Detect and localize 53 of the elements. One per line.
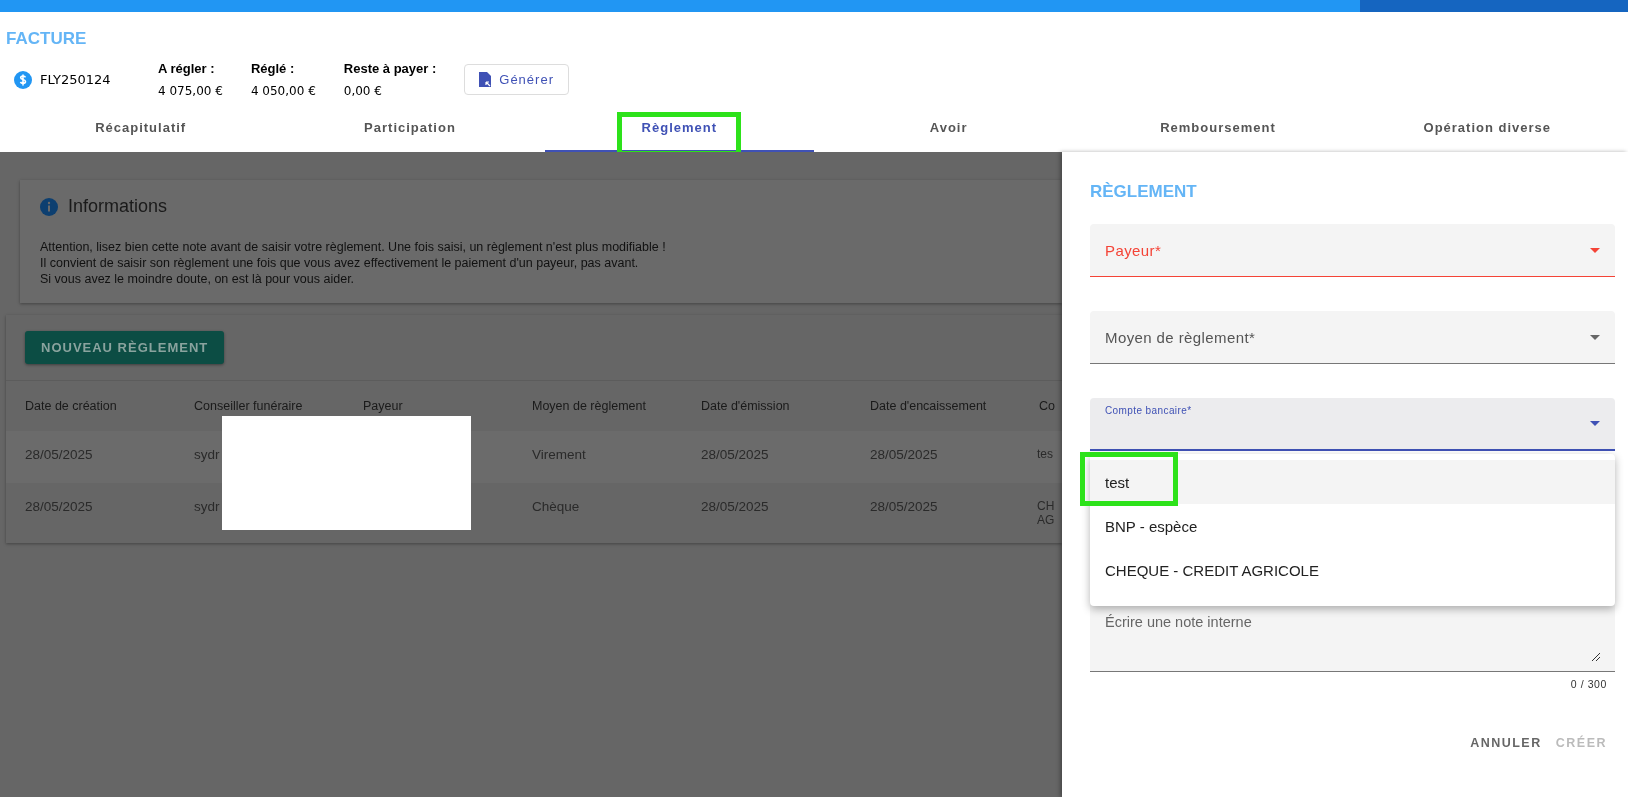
table-cell-text: Virement xyxy=(531,446,587,464)
column-header: Date d'encaissement xyxy=(869,398,988,415)
tab[interactable]: Avoir xyxy=(814,112,1084,152)
tab[interactable]: Participation xyxy=(275,112,545,152)
select-field[interactable]: Compte bancaire* xyxy=(1090,398,1615,451)
table-cell-text: 28/05/2025 xyxy=(700,446,770,464)
table-cell-text: sydr xyxy=(193,498,221,516)
column-header: Conseiller funéraire xyxy=(193,398,304,415)
column-header: Date d'émission xyxy=(700,398,791,415)
amount-value: 4 075,00 € xyxy=(158,84,223,98)
table-cell-text: 28/05/2025 xyxy=(869,446,939,464)
resize-grip-icon xyxy=(1592,653,1600,661)
caret-icon xyxy=(1590,334,1600,340)
page-title: FACTURE xyxy=(6,29,88,49)
info-title: Informations xyxy=(68,196,168,217)
column-header: Payeur xyxy=(362,398,404,415)
amount-label: Réglé : xyxy=(250,61,296,76)
caret-icon xyxy=(1590,421,1600,426)
menu-item[interactable]: BNP - espèce xyxy=(1090,504,1615,548)
info-text: Attention, lisez bien cette note avant de saisir votre règlement. Une fois saisi, un règlement n'est plus modifiable ! xyxy=(40,239,667,255)
amount-label: Reste à payer : xyxy=(343,61,437,76)
tab[interactable]: Remboursement xyxy=(1083,112,1353,152)
dollar-icon xyxy=(14,70,32,89)
table-cell-text: 28/05/2025 xyxy=(869,498,939,516)
select-field[interactable]: Moyen de règlement* xyxy=(1090,311,1615,364)
generate-button[interactable]: Générer xyxy=(464,64,569,95)
table-cell-text: Chèque xyxy=(531,498,581,516)
character-counter: 0 / 300 xyxy=(1569,677,1608,690)
tab[interactable]: Opération diverse xyxy=(1352,112,1622,152)
info-text: Si vous avez le moindre doute, on est là pour vous aider. xyxy=(40,271,356,287)
menu-item[interactable]: test xyxy=(1090,460,1615,504)
table-cell-text: CH AG xyxy=(1036,498,1056,529)
amount-value: 0,00 € xyxy=(343,84,383,98)
table-cell-text: sydr xyxy=(193,446,221,464)
info-icon xyxy=(40,197,58,216)
table-cell-text: tes xyxy=(1036,446,1054,463)
tab[interactable]: Récapitulatif xyxy=(6,112,276,152)
column-header: Co xyxy=(1038,398,1056,415)
column-header: Moyen de règlement xyxy=(531,398,647,415)
cancel-button[interactable]: ANNULER xyxy=(1470,736,1542,750)
table-cell-text: 28/05/2025 xyxy=(24,446,94,464)
invoice-number: FLY250124 xyxy=(40,72,111,87)
column-header: Date de création xyxy=(24,398,118,415)
amount-label: A régler : xyxy=(158,61,216,76)
amount-value: 4 050,00 € xyxy=(250,84,316,98)
panel-title: RÈGLEMENT xyxy=(1090,182,1198,202)
new-payment-button[interactable]: NOUVEAU RÈGLEMENT xyxy=(25,331,225,364)
table-cell-text: 28/05/2025 xyxy=(700,498,770,516)
info-text: Il convient de saisir son règlement une fois que vous avez effectivement le paiement d'un payeur, pas avant. xyxy=(40,255,640,271)
caret-icon xyxy=(1590,247,1600,253)
table-cell-text: 28/05/2025 xyxy=(24,498,94,516)
document-icon xyxy=(479,72,492,87)
menu-item[interactable]: CHEQUE - CREDIT AGRICOLE xyxy=(1090,548,1615,592)
